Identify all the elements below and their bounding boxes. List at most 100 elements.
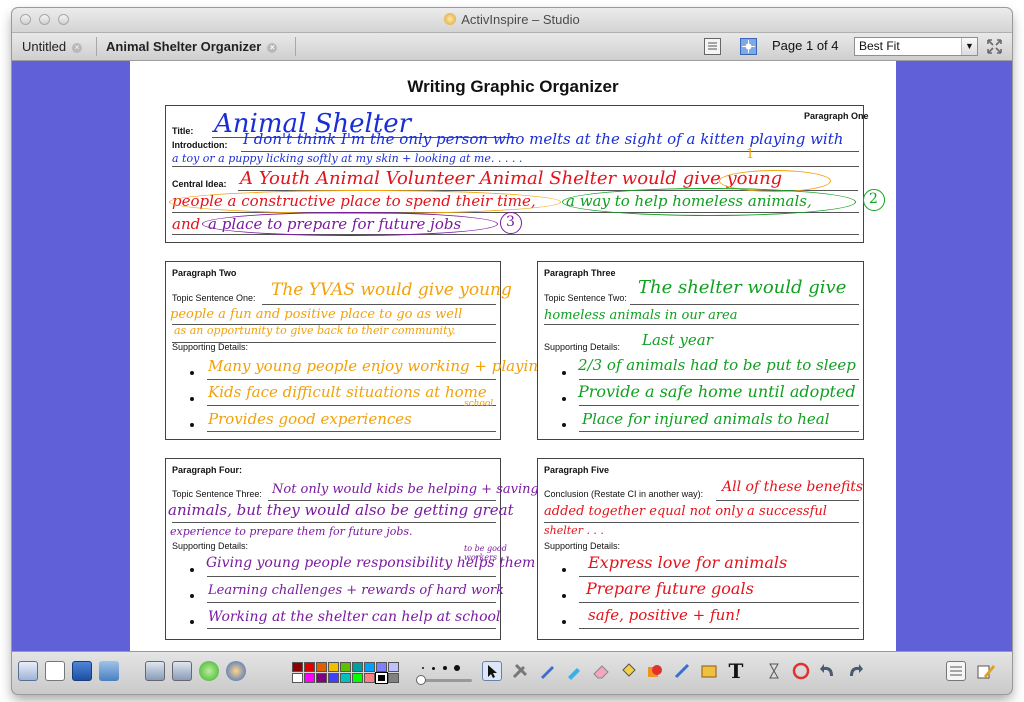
- detail-line: [579, 602, 859, 603]
- detail-line: [207, 379, 496, 380]
- color-swatch[interactable]: [352, 673, 363, 683]
- reset-page-icon[interactable]: [791, 661, 811, 681]
- undo-icon[interactable]: [818, 661, 838, 681]
- fill-icon[interactable]: [618, 661, 638, 681]
- handwritten-detail: Many young people enjoy working + playin…: [208, 357, 548, 375]
- eraser-icon[interactable]: [591, 661, 611, 681]
- tab-divider: [295, 37, 296, 56]
- highlighter-icon[interactable]: [564, 661, 584, 681]
- color-swatch[interactable]: [388, 673, 399, 683]
- handwritten-note: Last year: [642, 331, 713, 349]
- paragraph-two-heading: Paragraph Two: [172, 268, 237, 278]
- color-swatch[interactable]: [376, 662, 387, 672]
- paragraph-three-box: Paragraph Three Topic Sentence Two: Supp…: [537, 261, 864, 440]
- detail-line: [207, 602, 496, 603]
- zoom-select[interactable]: Best Fit ▼: [854, 37, 978, 56]
- color-swatch[interactable]: [316, 673, 327, 683]
- select-arrow-icon[interactable]: [482, 661, 502, 681]
- previous-page-icon[interactable]: [145, 661, 165, 681]
- handwritten-intro: a toy or a puppy licking softly at my sk…: [172, 152, 523, 165]
- detail-line: [579, 431, 859, 432]
- color-swatch-selected[interactable]: [375, 672, 388, 684]
- color-swatch[interactable]: [328, 673, 339, 683]
- paragraph-five-heading: Paragraph Five: [544, 465, 610, 475]
- tab-bar: Untitled × Animal Shelter Organizer × Page…: [12, 33, 1012, 61]
- handwritten-note: school: [464, 399, 494, 409]
- color-swatch[interactable]: [328, 662, 339, 672]
- paragraph-four-heading: Paragraph Four:: [172, 465, 243, 475]
- detail-line: [579, 576, 859, 577]
- supporting-details-label: Supporting Details:: [544, 342, 621, 352]
- topic-line: [262, 304, 496, 305]
- handwritten-topic: The YVAS would give young: [271, 280, 512, 300]
- paragraph-one-heading: Paragraph One: [804, 111, 869, 121]
- color-swatch[interactable]: [304, 662, 315, 672]
- main-toolbox: T: [12, 651, 1012, 694]
- central-idea-label: Central Idea:: [172, 179, 227, 189]
- color-swatch[interactable]: [340, 662, 351, 672]
- pen-width-dots[interactable]: [416, 663, 472, 673]
- annotation-number: 2: [869, 191, 878, 207]
- handwritten-intro: I don't think I'm the only person who me…: [243, 130, 844, 148]
- tab-untitled[interactable]: Untitled ×: [22, 36, 83, 57]
- bullet: [562, 620, 566, 624]
- browsers-icon[interactable]: [45, 661, 65, 681]
- conclusion-line: [716, 500, 859, 501]
- flipchart-canvas[interactable]: Writing Graphic Organizer Paragraph One …: [12, 61, 1012, 651]
- shape-icon[interactable]: [645, 661, 665, 681]
- annotation-number: 1: [746, 147, 755, 162]
- connector-icon[interactable]: [672, 661, 692, 681]
- conclusion-label: Conclusion (Restate CI in another way):: [544, 489, 704, 499]
- tab-label: Untitled: [22, 39, 67, 54]
- color-swatch[interactable]: [292, 673, 303, 683]
- bullet: [190, 423, 194, 427]
- handwritten-detail: safe, positive + fun!: [588, 606, 741, 624]
- tools-icon[interactable]: [99, 661, 119, 681]
- topic-sentence-label: Topic Sentence One:: [172, 293, 256, 303]
- green-annotation-loop: [562, 188, 856, 216]
- page-notes-icon[interactable]: [704, 38, 721, 55]
- tab-animal-shelter-organizer[interactable]: Animal Shelter Organizer ×: [106, 36, 278, 57]
- handwritten-topic: people a fun and positive place to go as…: [170, 307, 463, 322]
- notes-icon[interactable]: [946, 661, 966, 681]
- slider-thumb[interactable]: [416, 675, 426, 685]
- color-swatch[interactable]: [304, 673, 315, 683]
- timer-icon[interactable]: [764, 661, 784, 681]
- play-icon[interactable]: [199, 661, 219, 681]
- tab-close-icon[interactable]: ×: [72, 43, 83, 53]
- color-swatch[interactable]: [292, 662, 303, 672]
- resource-library-icon[interactable]: [226, 661, 246, 681]
- redo-icon[interactable]: [845, 661, 865, 681]
- edit-profile-icon[interactable]: [976, 661, 996, 681]
- chevron-down-icon: ▼: [961, 38, 977, 55]
- bullet: [562, 371, 566, 375]
- color-swatch[interactable]: [340, 673, 351, 683]
- handwritten-note: to be good workers: [464, 544, 507, 562]
- handwritten-detail: 2/3 of animals had to be put to sleep: [578, 356, 856, 374]
- supporting-details-label: Supporting Details:: [172, 541, 249, 551]
- color-swatch[interactable]: [364, 673, 375, 683]
- detail-line: [579, 628, 859, 629]
- handwritten-conclusion: added together equal not only a successf…: [544, 504, 827, 519]
- magic-ink-icon[interactable]: [699, 661, 719, 681]
- next-page-icon[interactable]: [172, 661, 192, 681]
- topic-sentence-label: Topic Sentence Three:: [172, 489, 262, 499]
- color-swatch[interactable]: [352, 662, 363, 672]
- color-swatch[interactable]: [388, 662, 399, 672]
- detail-line: [207, 628, 496, 629]
- pen-icon[interactable]: [537, 661, 557, 681]
- tab-close-icon[interactable]: ×: [267, 43, 278, 53]
- bullet: [190, 594, 194, 598]
- desktop-annotate-icon[interactable]: [72, 661, 92, 681]
- intro-line: [172, 166, 859, 167]
- wrench-tools-icon[interactable]: [510, 661, 530, 681]
- text-tool-icon[interactable]: T: [726, 661, 746, 681]
- topic-line: [544, 324, 859, 325]
- color-swatch[interactable]: [316, 662, 327, 672]
- main-menu-icon[interactable]: [18, 661, 38, 681]
- handwritten-conclusion: shelter . . .: [544, 524, 604, 537]
- color-swatch[interactable]: [364, 662, 375, 672]
- fullscreen-icon[interactable]: [986, 38, 1003, 55]
- bullet: [190, 620, 194, 624]
- page-browser-icon[interactable]: [740, 38, 757, 55]
